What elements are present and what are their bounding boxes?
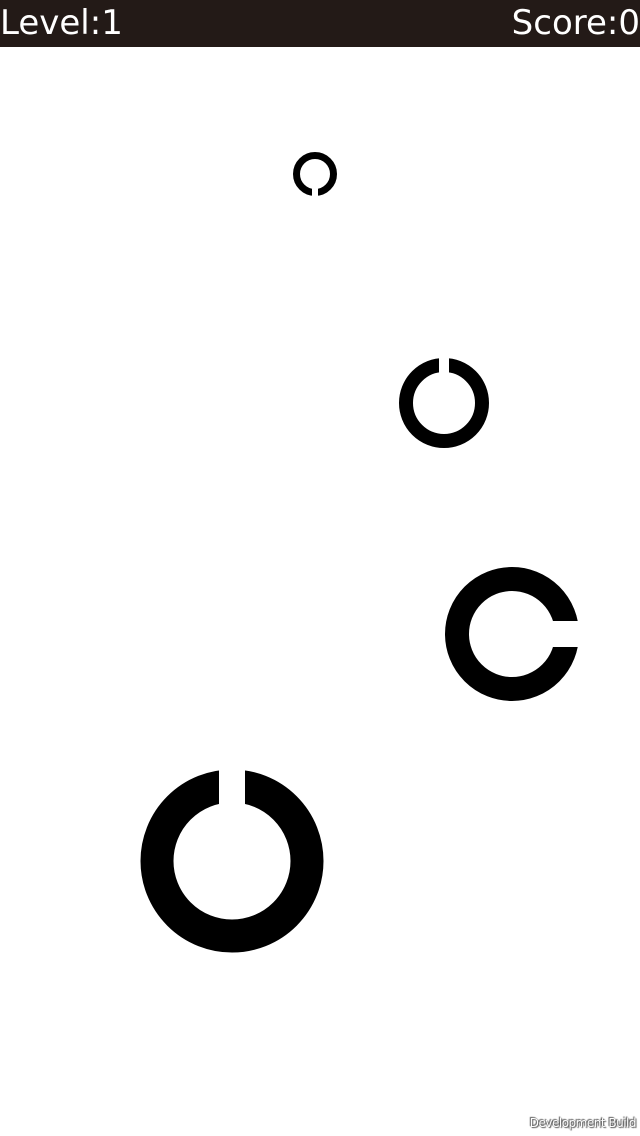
ring-large-gap: [553, 621, 581, 647]
ring-small-body: [293, 152, 337, 196]
ring-medium-body: [399, 358, 489, 448]
ring-large[interactable]: [445, 567, 581, 701]
rings-layer[interactable]: [0, 47, 640, 1136]
ring-large-body: [445, 567, 579, 701]
level-label: Level:1: [0, 3, 123, 43]
ring-medium-gap: [439, 356, 449, 374]
ring-xlarge-gap: [219, 767, 245, 805]
game-screen[interactable]: Level:1 Score:0 Development Build: [0, 0, 640, 1136]
ring-xlarge-body: [140, 769, 324, 953]
ring-small-gap: [312, 187, 318, 198]
playfield[interactable]: [0, 47, 640, 1136]
hud-bar: Level:1 Score:0: [0, 0, 640, 47]
ring-small[interactable]: [293, 152, 337, 199]
ring-medium[interactable]: [399, 356, 489, 448]
ring-xlarge[interactable]: [140, 767, 324, 953]
score-label: Score:0: [511, 3, 640, 43]
development-build-label: Development Build: [529, 1116, 637, 1130]
